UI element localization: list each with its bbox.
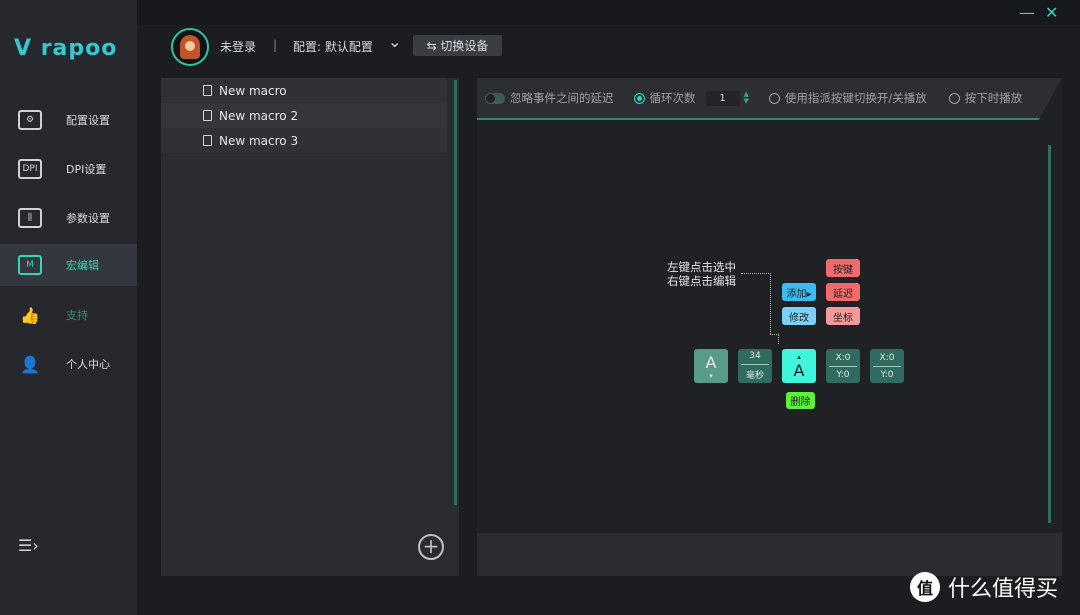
event-key-up-selected[interactable]: ▴ A — [782, 349, 816, 383]
macro-list: New macro New macro 2 New macro 3 + — [161, 78, 459, 576]
add-coord-button[interactable]: 坐标 — [826, 307, 860, 325]
sidebar-item-support[interactable]: 👍 支持 — [0, 294, 137, 336]
title-bar: — ✕ — [137, 0, 1080, 25]
list-scrollbar[interactable] — [454, 80, 457, 505]
sidebar-item-user[interactable]: 👤 个人中心 — [0, 343, 137, 385]
sidebar-item-macro[interactable]: M 宏编辑 — [0, 244, 137, 286]
add-button[interactable]: 添加▸ — [782, 283, 816, 301]
delete-button[interactable]: 删除 — [786, 392, 815, 409]
event-coordinate[interactable]: X:0 Y:0 — [870, 349, 904, 383]
hold-play-radio[interactable] — [948, 92, 960, 104]
thumbs-up-icon: 👍 — [20, 305, 40, 325]
modify-button[interactable]: 修改 — [782, 307, 816, 325]
close-button[interactable]: ✕ — [1045, 3, 1058, 22]
minimize-button[interactable]: — — [1019, 3, 1035, 22]
editor-scrollbar[interactable] — [1048, 145, 1051, 523]
add-key-button[interactable]: 按键 — [826, 259, 860, 277]
dpi-icon: DPI — [18, 159, 42, 179]
config-gear-icon: ⚙ — [18, 110, 42, 130]
watermark: 值什么值得买 — [910, 571, 1058, 603]
switch-device-button[interactable]: ⇆ 切换设备 — [413, 35, 502, 56]
event-delay[interactable]: 34 毫秒 — [738, 349, 772, 383]
sidebar: V rapoo ⚙ 配置设置 DPI DPI设置 ⫼ 参数设置 M 宏编辑 👍 支持 👤 个… — [0, 0, 137, 615]
list-item[interactable]: New macro 3 — [161, 128, 447, 153]
macro-icon: M — [18, 255, 42, 275]
file-icon — [203, 135, 212, 146]
add-delay-button[interactable]: 延迟 — [826, 283, 860, 301]
header-separator: | — [273, 38, 278, 52]
ignore-delay-toggle[interactable] — [485, 92, 505, 104]
sidebar-item-config[interactable]: ⚙ 配置设置 — [0, 99, 137, 141]
file-icon — [203, 85, 212, 96]
file-icon — [203, 110, 212, 121]
ignore-delay-label: 忽略事件之间的延迟 — [510, 91, 614, 105]
event-key-down[interactable]: A ▾ — [694, 349, 728, 383]
toggle-play-radio[interactable] — [768, 92, 780, 104]
sliders-icon: ⫼ — [18, 208, 42, 228]
loop-count-radio[interactable] — [633, 92, 645, 104]
list-item[interactable]: New macro 2 — [161, 103, 447, 128]
list-item[interactable]: New macro — [161, 78, 447, 103]
event-coordinate[interactable]: X:0 Y:0 — [826, 349, 860, 383]
collapse-menu-icon[interactable]: ☰› — [18, 536, 39, 555]
hint-connector — [770, 273, 771, 334]
user-icon: 👤 — [20, 354, 40, 374]
loop-count-input[interactable]: 1 — [705, 90, 740, 106]
loop-count-label: 循环次数 — [649, 91, 696, 105]
hint-text: 左键点击选中 右键点击编辑 — [667, 260, 736, 288]
toggle-play-label: 使用指派按键切换开/关播放 — [784, 91, 927, 105]
sidebar-item-dpi[interactable]: DPI DPI设置 — [0, 148, 137, 190]
editor-toolbar: 忽略事件之间的延迟 循环次数 1 ▲ ▼ 使用指派按键切换开/关播放 按下时播放 — [477, 78, 1062, 120]
sidebar-item-params[interactable]: ⫼ 参数设置 — [0, 197, 137, 239]
profile-label: 配置: 默认配置 — [293, 40, 373, 54]
rapoo-logo: V rapoo — [14, 36, 118, 61]
add-macro-button[interactable]: + — [418, 534, 444, 560]
avatar[interactable] — [171, 28, 209, 66]
hint-connector — [770, 334, 779, 344]
chevron-down-icon[interactable]: ⌄ — [388, 32, 401, 51]
hold-play-label: 按下时播放 — [964, 91, 1023, 105]
login-status[interactable]: 未登录 — [220, 38, 256, 55]
editor-bottom-bar — [477, 533, 1062, 576]
watermark-logo-icon: 值 — [910, 572, 940, 602]
hint-connector — [741, 273, 771, 274]
macro-editor: 忽略事件之间的延迟 循环次数 1 ▲ ▼ 使用指派按键切换开/关播放 按下时播放 … — [477, 78, 1062, 576]
loop-count-stepper[interactable]: ▲ ▼ — [744, 91, 749, 105]
